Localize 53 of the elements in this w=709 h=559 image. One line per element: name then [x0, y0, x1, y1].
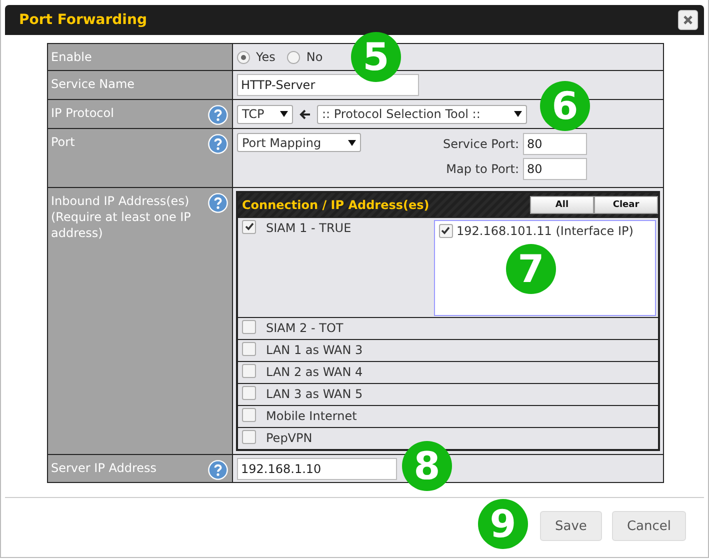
field-label: Enable: [51, 49, 92, 65]
radio-button[interactable]: [237, 50, 250, 64]
port-field[interactable]: 80: [523, 133, 587, 155]
connection-name: LAN 1 as WAN 3: [266, 342, 364, 358]
field-label: IP Protocol: [51, 105, 114, 121]
checkbox[interactable]: [242, 386, 256, 400]
checkbox[interactable]: [242, 408, 256, 422]
field-label: Service Name: [51, 76, 135, 92]
header-button[interactable]: All: [530, 196, 594, 214]
window-title: Port Forwarding: [19, 12, 147, 28]
connection-name: PepVPN: [266, 430, 314, 446]
caret-icon: [280, 111, 288, 117]
help-icon[interactable]: [208, 460, 228, 480]
connection-name: Mobile Internet: [266, 408, 358, 424]
checkbox[interactable]: [242, 320, 256, 334]
protocol-dropdown[interactable]: TCP: [237, 104, 293, 124]
close-button[interactable]: [678, 10, 698, 30]
radio-label: No: [306, 50, 323, 64]
port-field[interactable]: 80: [523, 158, 587, 180]
port-label: Map to Port:: [445, 162, 519, 176]
checkbox[interactable]: [242, 220, 256, 234]
checkbox[interactable]: [242, 430, 256, 444]
connection-name: SIAM 2 - TOT: [266, 320, 344, 336]
protocol-tool-dropdown[interactable]: :: Protocol Selection Tool ::: [317, 104, 527, 124]
help-icon[interactable]: [208, 193, 228, 213]
connection-name: SIAM 1 - TRUE: [266, 220, 352, 236]
connection-name: LAN 3 as WAN 5: [266, 386, 364, 402]
help-icon[interactable]: [208, 134, 228, 154]
field-label: Port: [51, 134, 75, 150]
help-icon[interactable]: [208, 105, 228, 125]
field-note: (Require at least one IP address): [51, 209, 192, 241]
arrow-left-icon: [299, 108, 311, 120]
input-field[interactable]: 192.168.1.10: [237, 458, 397, 480]
field-label: Inbound IP Address(es): [51, 193, 190, 209]
checkbox[interactable]: [242, 364, 256, 378]
connection-name: LAN 2 as WAN 4: [266, 364, 364, 380]
radio-label: Yes: [256, 50, 276, 64]
input-field[interactable]: HTTP-Server: [237, 74, 419, 96]
dialog-button[interactable]: Cancel: [612, 511, 686, 541]
header-button[interactable]: Clear: [594, 196, 658, 214]
radio-button[interactable]: [287, 50, 300, 64]
checkbox[interactable]: [438, 224, 452, 238]
step-callout: 9: [478, 499, 528, 549]
caret-icon: [514, 111, 522, 117]
close-icon: [683, 15, 693, 25]
dialog-button[interactable]: Save: [540, 511, 602, 541]
port-dropdown[interactable]: Port Mapping: [237, 133, 361, 152]
address-label: 192.168.101.11 (Interface IP): [456, 224, 634, 238]
checkbox[interactable]: [242, 342, 256, 356]
caret-icon: [348, 140, 356, 146]
port-label: Service Port:: [443, 137, 519, 151]
field-label: Server IP Address: [51, 460, 157, 476]
header-title: Connection / IP Address(es): [242, 198, 430, 212]
